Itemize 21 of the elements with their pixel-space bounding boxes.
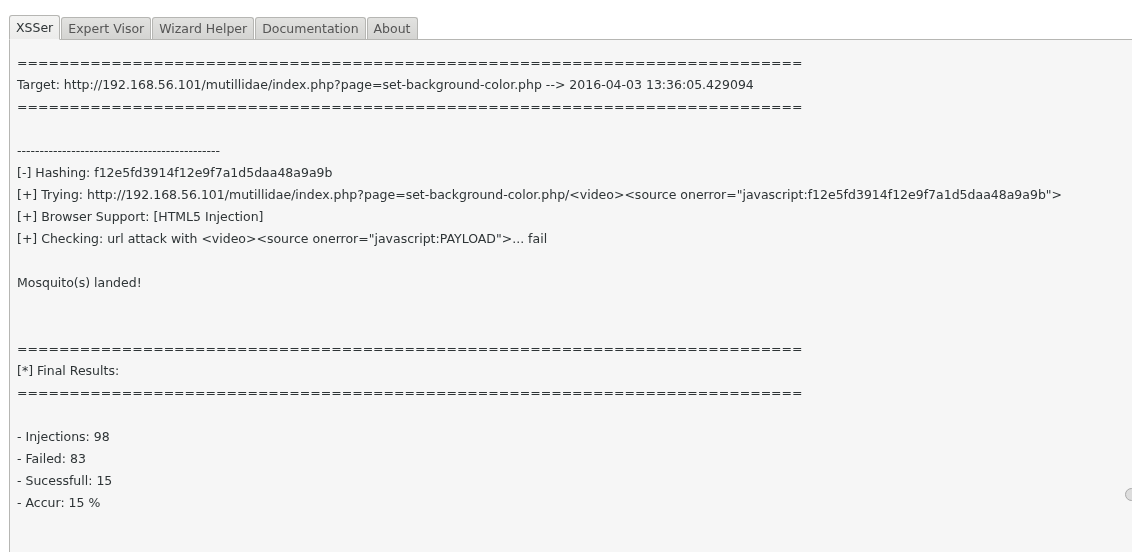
output-line: =========================================================================== bbox=[17, 340, 803, 358]
tab[interactable]: Documentation bbox=[255, 17, 366, 39]
output-line: [+] Browser Support: [HTML5 Injection] bbox=[17, 208, 264, 226]
output-line: - Accur: 15 % bbox=[17, 494, 101, 512]
output-line: - Failed: 83 bbox=[17, 450, 86, 468]
output-line: --------------------------------------------- bbox=[17, 142, 220, 160]
output-line: Target: http://192.168.56.101/mutillidae/index.php?page=set-background-color.php --> 2016-04-03 13:36:05.429094 bbox=[17, 76, 754, 94]
tab[interactable]: Wizard Helper bbox=[152, 17, 255, 39]
output-line: - Sucessfull: 15 bbox=[17, 472, 113, 490]
tab[interactable]: About bbox=[366, 17, 418, 39]
output-line: - Injections: 98 bbox=[17, 428, 110, 446]
output-line: =========================================================================== bbox=[17, 98, 803, 116]
tab[interactable]: Expert Visor bbox=[61, 17, 152, 39]
output-line: =========================================================================== bbox=[17, 384, 803, 402]
output-line: Mosquito(s) landed! bbox=[17, 274, 142, 292]
output-line: [*] Final Results: bbox=[17, 362, 120, 380]
tab[interactable]: XSSer bbox=[9, 15, 61, 40]
output-line: =========================================================================== bbox=[17, 54, 803, 72]
output-line: [+] Trying: http://192.168.56.101/mutillidae/index.php?page=set-background-color.php/<video><source onerror="javascript:f12e5fd3914f12e9f7a1d5daa48a9a9b"> bbox=[17, 186, 1063, 204]
output-line: [-] Hashing: f12e5fd3914f12e9f7a1d5daa48a9a9b bbox=[17, 164, 333, 182]
output-line: [+] Checking: url attack with <video><source onerror="javascript:PAYLOAD">... fail bbox=[17, 230, 548, 248]
